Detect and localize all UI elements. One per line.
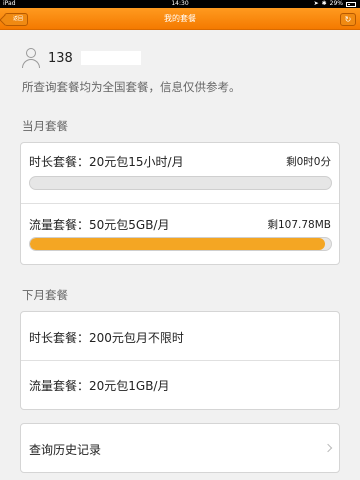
current-plan-row: 流量套餐：50元包5GB/月 剩107.78MB xyxy=(21,204,339,265)
next-plan-row: 时长套餐：200元包月不限时 xyxy=(21,312,339,361)
current-plan-row: 时长套餐：20元包15小时/月 剩0时0分 xyxy=(21,143,339,204)
current-month-title: 当月套餐 xyxy=(22,119,68,133)
plan-label: 流量套餐：50元包5GB/月 xyxy=(29,218,170,232)
nav-bar: 返回 我的套餐 ↻ xyxy=(0,8,360,30)
phone-number: 138 xyxy=(48,50,73,66)
plan-label: 时长套餐：20元包15小时/月 xyxy=(29,155,184,169)
next-plan-row: 流量套餐：20元包1GB/月 xyxy=(21,361,339,409)
battery-icon xyxy=(346,1,356,7)
user-info: 138 xyxy=(22,48,141,68)
location-icon: ➤ xyxy=(313,0,319,7)
plan-label: 时长套餐：200元包月不限时 xyxy=(29,331,184,345)
next-month-title: 下月套餐 xyxy=(22,288,68,302)
chevron-right-icon xyxy=(323,443,333,453)
history-card[interactable]: 查询历史记录 xyxy=(20,423,340,473)
status-time: 14:30 xyxy=(171,0,189,7)
status-indicators: ➤ ✱ 29% xyxy=(314,0,356,8)
page-title: 我的套餐 xyxy=(164,14,196,23)
bluetooth-icon: ✱ xyxy=(321,0,327,7)
notice-text: 所查询套餐均为全国套餐，信息仅供参考。 xyxy=(22,80,241,94)
plan-progress-fill xyxy=(30,238,325,250)
user-icon xyxy=(22,48,40,68)
status-bar: iPad 14:30 ➤ ✱ 29% xyxy=(0,0,360,8)
plan-remaining: 剩0时0分 xyxy=(286,156,331,168)
plan-progress-bar xyxy=(29,237,332,251)
next-month-card: 时长套餐：200元包月不限时 流量套餐：20元包1GB/月 xyxy=(20,311,340,410)
refresh-icon: ↻ xyxy=(344,15,352,24)
current-month-card: 时长套餐：20元包15小时/月 剩0时0分 流量套餐：50元包5GB/月 剩10… xyxy=(20,142,340,265)
battery-percent: 29% xyxy=(329,0,343,7)
refresh-button[interactable]: ↻ xyxy=(340,13,356,26)
plan-remaining: 剩107.78MB xyxy=(267,219,331,231)
history-link[interactable]: 查询历史记录 xyxy=(29,441,101,458)
plan-progress-bar xyxy=(29,176,332,190)
phone-number-mask xyxy=(80,51,141,65)
plan-label: 流量套餐：20元包1GB/月 xyxy=(29,379,170,393)
